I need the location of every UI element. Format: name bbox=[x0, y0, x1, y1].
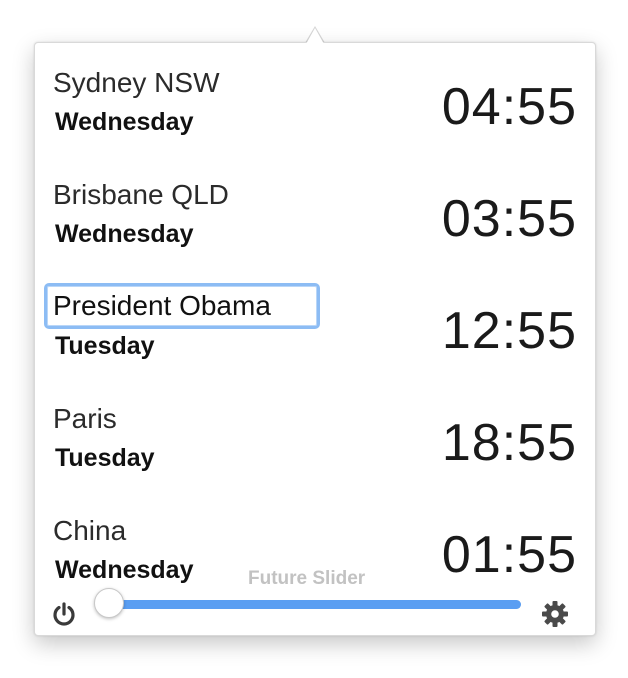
time-display: 12:55 bbox=[441, 302, 577, 360]
clock-row-editing: Tuesday 12:55 bbox=[35, 283, 595, 403]
gear-icon bbox=[542, 601, 568, 627]
popover-arrow-inner bbox=[306, 28, 324, 44]
city-name[interactable]: China bbox=[53, 515, 126, 547]
city-name[interactable]: Sydney NSW bbox=[53, 67, 220, 99]
day-label: Wednesday bbox=[55, 556, 194, 584]
time-display: 01:55 bbox=[441, 526, 577, 584]
city-name-input[interactable] bbox=[44, 283, 320, 329]
time-display: 03:55 bbox=[441, 190, 577, 248]
future-slider-fill bbox=[109, 600, 521, 609]
power-icon bbox=[53, 602, 75, 626]
settings-button[interactable] bbox=[540, 599, 570, 629]
time-display: 04:55 bbox=[441, 78, 577, 136]
future-slider-track[interactable] bbox=[109, 600, 521, 609]
world-clock-popover: Sydney NSW Wednesday 04:55 Brisbane QLD … bbox=[34, 42, 596, 636]
city-name[interactable]: Paris bbox=[53, 403, 117, 435]
day-label: Tuesday bbox=[55, 332, 155, 360]
day-label: Tuesday bbox=[55, 444, 155, 472]
day-label: Wednesday bbox=[55, 220, 194, 248]
clock-row-brisbane: Brisbane QLD Wednesday 03:55 bbox=[35, 179, 595, 291]
power-button[interactable] bbox=[49, 599, 79, 629]
day-label: Wednesday bbox=[55, 108, 194, 136]
future-slider-label: Future Slider bbox=[248, 568, 366, 589]
clock-row-paris: Paris Tuesday 18:55 bbox=[35, 403, 595, 515]
city-name[interactable]: Brisbane QLD bbox=[53, 179, 229, 211]
time-display: 18:55 bbox=[441, 414, 577, 472]
clock-row-sydney: Sydney NSW Wednesday 04:55 bbox=[35, 67, 595, 179]
future-slider-thumb[interactable] bbox=[94, 588, 124, 618]
